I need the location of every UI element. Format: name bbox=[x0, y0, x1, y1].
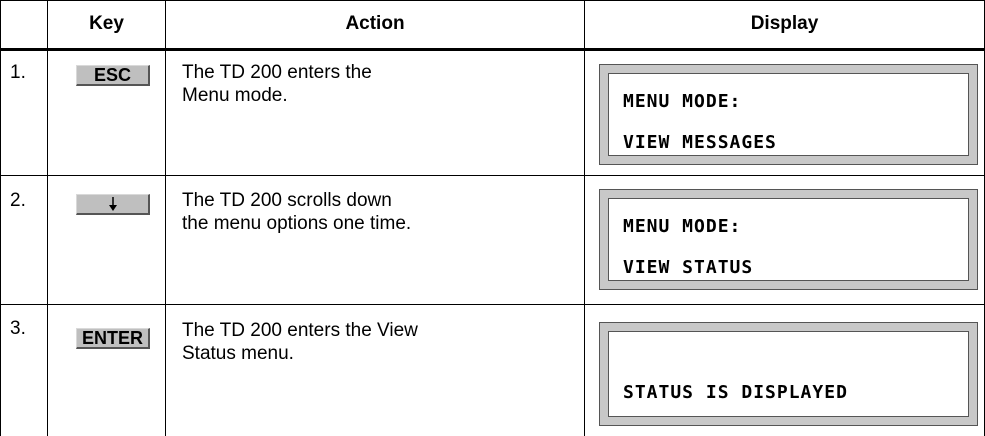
step-number: 3. bbox=[10, 318, 26, 339]
procedure-table: Key Action Display 1. ESC The TD 200 ent… bbox=[0, 0, 985, 436]
lcd-line-1: MENU MODE: bbox=[623, 216, 742, 237]
step-action: The TD 200 scrolls down the menu options… bbox=[182, 190, 412, 234]
step-number: 1. bbox=[10, 62, 26, 83]
step-action: The TD 200 enters the View Status menu. bbox=[182, 320, 418, 364]
enter-key: ENTER bbox=[76, 328, 150, 349]
lcd-display: MENU MODE: VIEW STATUS bbox=[599, 189, 978, 290]
lcd-screen: STATUS IS DISPLAYED bbox=[608, 331, 969, 417]
down-arrow-icon bbox=[108, 197, 117, 211]
column-header-action: Action bbox=[345, 13, 405, 34]
column-header-key: Key bbox=[89, 13, 124, 34]
lcd-line-2: VIEW MESSAGES bbox=[623, 132, 777, 153]
column-rule bbox=[165, 0, 166, 436]
lcd-screen: MENU MODE: VIEW STATUS bbox=[608, 198, 969, 281]
lcd-screen: MENU MODE: VIEW MESSAGES bbox=[608, 73, 969, 156]
lcd-line-2: VIEW STATUS bbox=[623, 257, 754, 278]
step-number: 2. bbox=[10, 190, 26, 211]
column-rule bbox=[0, 0, 1, 436]
column-rule bbox=[584, 0, 585, 436]
header-rule bbox=[0, 48, 985, 51]
column-rule bbox=[47, 0, 48, 436]
down-arrow-key bbox=[76, 194, 150, 215]
lcd-line-1: MENU MODE: bbox=[623, 91, 742, 112]
lcd-display: STATUS IS DISPLAYED bbox=[599, 322, 978, 426]
row-divider bbox=[0, 304, 985, 305]
lcd-display: MENU MODE: VIEW MESSAGES bbox=[599, 64, 978, 165]
lcd-line-2: STATUS IS DISPLAYED bbox=[623, 382, 848, 403]
esc-key: ESC bbox=[76, 65, 150, 86]
step-action: The TD 200 enters the Menu mode. bbox=[182, 62, 372, 106]
row-divider bbox=[0, 175, 985, 176]
column-header-display: Display bbox=[750, 13, 819, 34]
